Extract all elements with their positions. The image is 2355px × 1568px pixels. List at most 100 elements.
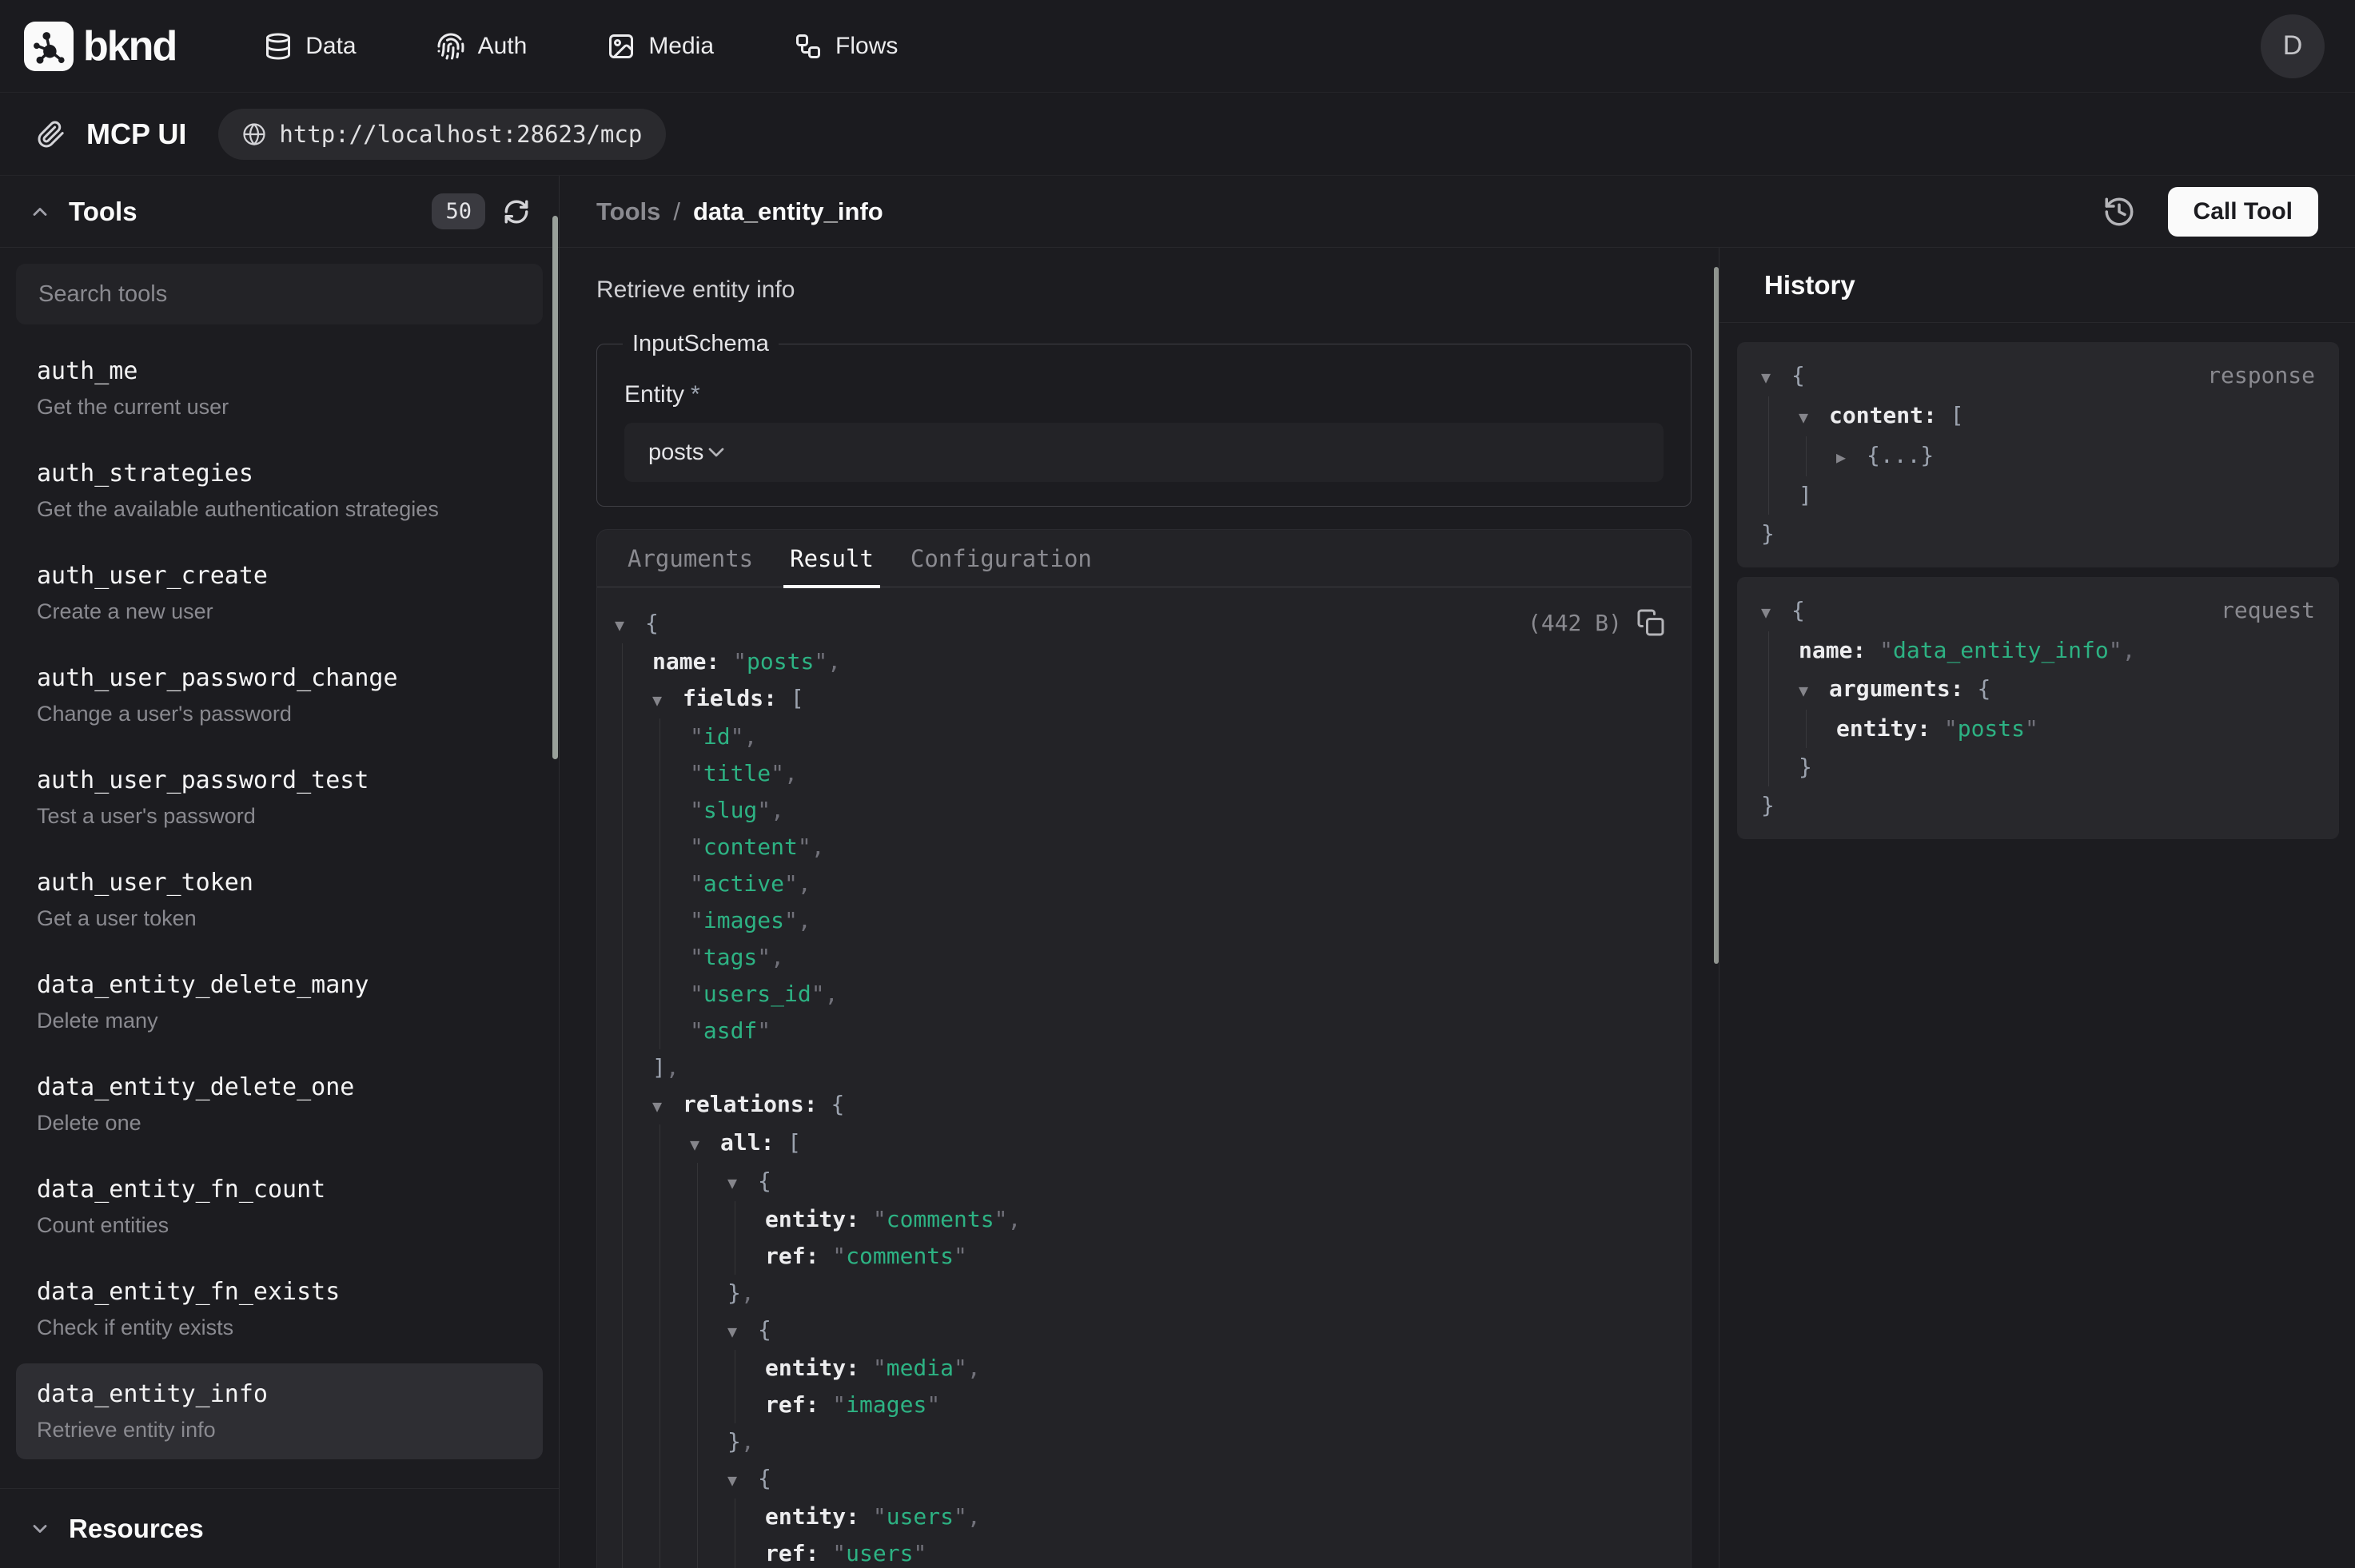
nav-item-media[interactable]: Media	[607, 32, 714, 61]
tool-list-item[interactable]: auth_user_create Create a new user	[16, 545, 543, 641]
tool-description: Get a user token	[37, 906, 522, 930]
chevron-down-icon	[29, 1518, 51, 1540]
json-line: ▼fields: [	[615, 680, 1662, 718]
json-line: entity: "users",	[615, 1498, 1662, 1535]
call-tool-button[interactable]: Call Tool	[2168, 187, 2318, 237]
tool-list-item[interactable]: auth_user_password_test Test a user's pa…	[16, 750, 543, 846]
chevron-up-icon	[29, 201, 51, 223]
json-line: }	[1761, 786, 2317, 825]
json-line: "active",	[615, 866, 1662, 902]
json-line: ▼{	[615, 605, 1662, 643]
tool-name: data_entity_delete_many	[37, 972, 522, 999]
json-line: "tags",	[615, 939, 1662, 976]
history-entry-card[interactable]: response▼{▼content: [▶{...}]}	[1737, 342, 2339, 567]
json-line: ],	[615, 1049, 1662, 1086]
tool-name: auth_user_password_test	[37, 767, 522, 794]
sidebar-scrollbar-thumb[interactable]	[552, 216, 558, 759]
tool-description: Test a user's password	[37, 804, 522, 828]
search-tools-input[interactable]	[16, 264, 543, 324]
tool-list-item[interactable]: data_entity_info Retrieve entity info	[16, 1363, 543, 1459]
result-json-tree: ▼{name: "posts",▼fields: ["id","title","…	[615, 605, 1662, 1568]
tool-list-item[interactable]: data_entity_fn_exists Check if entity ex…	[16, 1261, 543, 1357]
globe-icon	[242, 122, 266, 146]
nav-label: Auth	[478, 33, 528, 60]
json-line: "id",	[615, 718, 1662, 755]
brand-wordmark: bknd	[83, 22, 176, 70]
tool-list-item[interactable]: auth_user_password_change Change a user'…	[16, 647, 543, 743]
json-line: ▶{...}	[1761, 436, 2317, 476]
tabs-row: Arguments Result Configuration	[597, 530, 1691, 587]
entity-select[interactable]: posts	[624, 423, 1664, 482]
resources-section-title: Resources	[69, 1514, 204, 1544]
database-icon	[264, 32, 293, 61]
json-line: },	[615, 1423, 1662, 1460]
json-line: ▼arguments: {	[1761, 670, 2317, 710]
user-avatar[interactable]: D	[2261, 14, 2325, 78]
top-nav: Data Auth Media Flows	[264, 32, 898, 61]
tool-name: data_entity_fn_exists	[37, 1279, 522, 1306]
paperclip-icon	[37, 120, 66, 149]
tab-arguments[interactable]: Arguments	[628, 530, 753, 587]
tools-section-title: Tools	[69, 197, 137, 227]
result-json-viewer: (442 B) ▼{name: "posts",▼fields: ["id","…	[597, 587, 1691, 1568]
collapse-triangle-icon[interactable]: ▼	[1799, 671, 1829, 710]
collapse-triangle-icon[interactable]: ▼	[652, 1088, 683, 1124]
fingerprint-icon	[436, 32, 465, 61]
main-scrollbar-thumb[interactable]	[1714, 267, 1719, 964]
tab-result[interactable]: Result	[790, 530, 874, 587]
json-line: entity: "posts"	[1761, 710, 2317, 748]
tool-list-item[interactable]: data_entity_delete_one Delete one	[16, 1057, 543, 1152]
nav-item-flows[interactable]: Flows	[794, 32, 898, 61]
history-toggle-icon[interactable]	[2102, 195, 2136, 229]
tool-list-item[interactable]: auth_me Get the current user	[16, 340, 543, 436]
collapse-triangle-icon[interactable]: ▼	[1761, 358, 1791, 396]
nav-item-data[interactable]: Data	[264, 32, 356, 61]
breadcrumb-parent[interactable]: Tools	[596, 197, 660, 226]
collapse-triangle-icon[interactable]: ▼	[727, 1462, 758, 1498]
bknd-logo-icon[interactable]	[24, 22, 74, 71]
json-line: ▼relations: {	[615, 1086, 1662, 1124]
json-line: ▼{	[615, 1163, 1662, 1201]
tool-name: auth_user_token	[37, 870, 522, 897]
collapse-triangle-icon[interactable]: ▼	[727, 1313, 758, 1350]
tool-list-item[interactable]: auth_user_token Get a user token	[16, 852, 543, 948]
mcp-url: http://localhost:28623/mcp	[279, 121, 642, 148]
json-line: name: "data_entity_info",	[1761, 631, 2317, 670]
nav-item-auth[interactable]: Auth	[436, 32, 528, 61]
tool-description: Retrieve entity info	[37, 1418, 522, 1442]
json-line: }	[1761, 748, 2317, 786]
tool-detail-description: Retrieve entity info	[596, 277, 1695, 304]
json-line: "slug",	[615, 792, 1662, 829]
tools-section-header[interactable]: Tools 50	[0, 176, 559, 248]
expand-triangle-icon[interactable]: ▶	[1836, 438, 1867, 476]
tab-configuration[interactable]: Configuration	[911, 530, 1092, 587]
tool-list-item[interactable]: auth_strategies Get the available authen…	[16, 443, 543, 539]
tool-list-item[interactable]: data_entity_delete_many Delete many	[16, 954, 543, 1050]
collapse-triangle-icon[interactable]: ▼	[652, 682, 683, 718]
input-schema-legend: InputSchema	[623, 331, 779, 357]
breadcrumb-bar: Tools / data_entity_info Call Tool	[560, 176, 2355, 248]
history-entry-card[interactable]: request▼{name: "data_entity_info",▼argum…	[1737, 577, 2339, 839]
collapse-triangle-icon[interactable]: ▼	[615, 607, 645, 643]
tool-name: auth_me	[37, 358, 522, 385]
history-panel: History response▼{▼content: [▶{...}]}req…	[1719, 248, 2355, 1568]
mcp-header-bar: MCP UI http://localhost:28623/mcp	[0, 93, 2355, 176]
workflow-icon	[794, 32, 823, 61]
collapse-triangle-icon[interactable]: ▼	[690, 1126, 720, 1163]
nav-label: Data	[305, 33, 356, 60]
json-line: name: "posts",	[615, 643, 1662, 680]
refresh-icon[interactable]	[503, 198, 530, 225]
json-line: },	[615, 1275, 1662, 1311]
collapse-triangle-icon[interactable]: ▼	[727, 1164, 758, 1201]
nav-label: Flows	[835, 33, 898, 60]
tool-list-item[interactable]: data_entity_fn_count Count entities	[16, 1159, 543, 1255]
search-tools-wrap	[0, 248, 559, 340]
history-header: History	[1719, 248, 2355, 323]
required-asterisk: *	[691, 381, 700, 408]
collapse-triangle-icon[interactable]: ▼	[1799, 398, 1829, 436]
tool-description: Check if entity exists	[37, 1315, 522, 1339]
resources-section-header[interactable]: Resources	[0, 1488, 559, 1568]
mcp-url-badge[interactable]: http://localhost:28623/mcp	[218, 109, 666, 160]
collapse-triangle-icon[interactable]: ▼	[1761, 593, 1791, 631]
json-line: }	[1761, 515, 2317, 553]
